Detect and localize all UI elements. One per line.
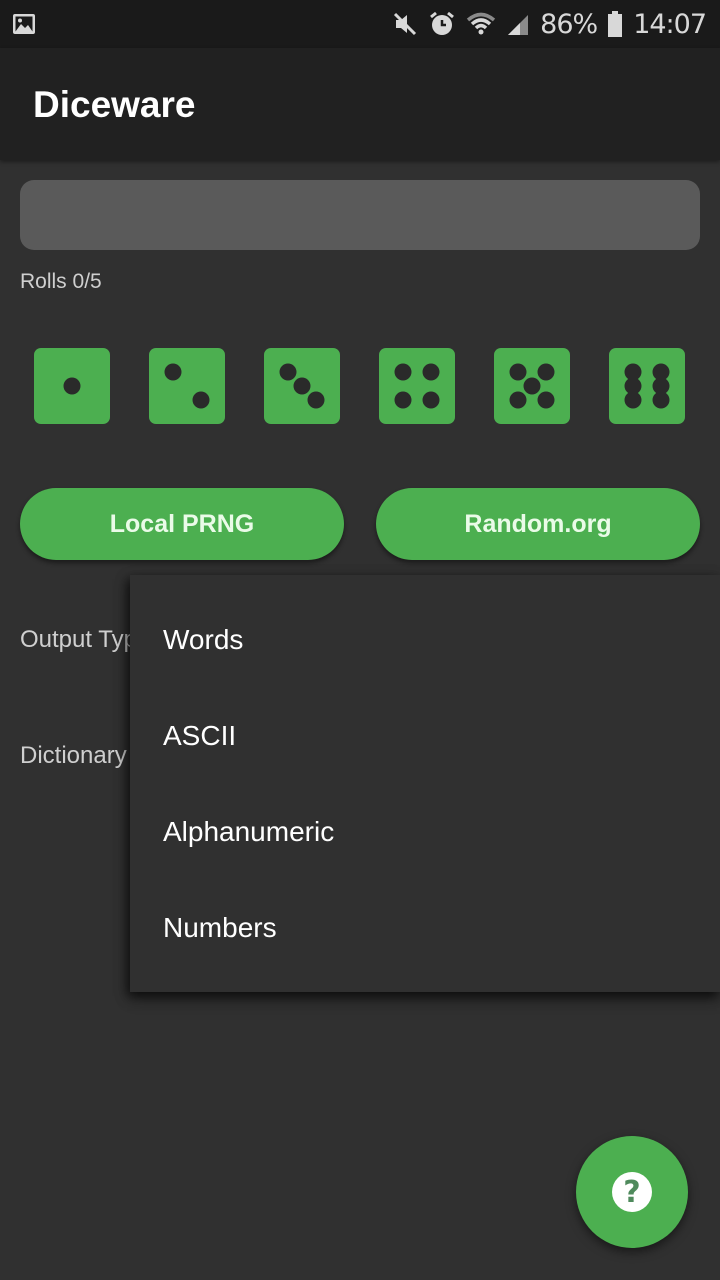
menu-item-words[interactable]: Words — [130, 592, 720, 688]
die-face-3-icon[interactable] — [264, 348, 340, 424]
wifi-icon — [466, 11, 496, 37]
cell-signal-icon — [506, 11, 530, 37]
die-pip — [509, 391, 527, 409]
die-face-2-icon[interactable] — [149, 348, 225, 424]
die-face-4-icon[interactable] — [379, 348, 455, 424]
die-pip — [63, 377, 81, 395]
status-bar: 86% 14:07 — [0, 0, 720, 48]
die-pip — [293, 377, 311, 395]
die-pip — [422, 391, 440, 409]
dictionary-label: Dictionary — [20, 742, 127, 769]
mute-icon — [392, 11, 418, 37]
menu-item-alphanumeric[interactable]: Alphanumeric — [130, 784, 720, 880]
die-pip — [537, 391, 555, 409]
help-icon: ? — [612, 1172, 652, 1212]
battery-icon — [607, 10, 623, 38]
menu-item-numbers[interactable]: Numbers — [130, 880, 720, 976]
die-pip — [307, 391, 325, 409]
die-pip — [624, 391, 642, 409]
output-type-dropdown-menu: Words ASCII Alphanumeric Numbers — [130, 575, 720, 992]
die-face-5-icon[interactable] — [494, 348, 570, 424]
die-pip — [164, 363, 182, 381]
rolls-counter: Rolls 0/5 — [20, 270, 102, 293]
status-icons: 86% 14:07 — [392, 0, 707, 48]
die-pip — [192, 391, 210, 409]
die-face-1-icon[interactable] — [34, 348, 110, 424]
die-pip — [537, 363, 555, 381]
die-face-6-icon[interactable] — [609, 348, 685, 424]
die-pip — [394, 363, 412, 381]
help-button[interactable]: ? — [576, 1136, 688, 1248]
image-notification-icon — [12, 12, 36, 36]
random-org-button[interactable]: Random.org — [376, 488, 700, 560]
die-pip — [652, 391, 670, 409]
passphrase-output-field[interactable] — [20, 180, 700, 250]
clock: 14:07 — [633, 8, 707, 40]
app-title: Diceware — [33, 84, 196, 125]
die-pip — [394, 391, 412, 409]
app-bar: Diceware — [0, 48, 720, 160]
dice-row — [0, 348, 720, 424]
die-pip — [523, 377, 541, 395]
menu-item-ascii[interactable]: ASCII — [130, 688, 720, 784]
die-pip — [422, 363, 440, 381]
battery-percent: 86% — [540, 8, 598, 40]
die-pip — [509, 363, 527, 381]
alarm-icon — [428, 10, 456, 38]
local-prng-button[interactable]: Local PRNG — [20, 488, 344, 560]
die-pip — [279, 363, 297, 381]
